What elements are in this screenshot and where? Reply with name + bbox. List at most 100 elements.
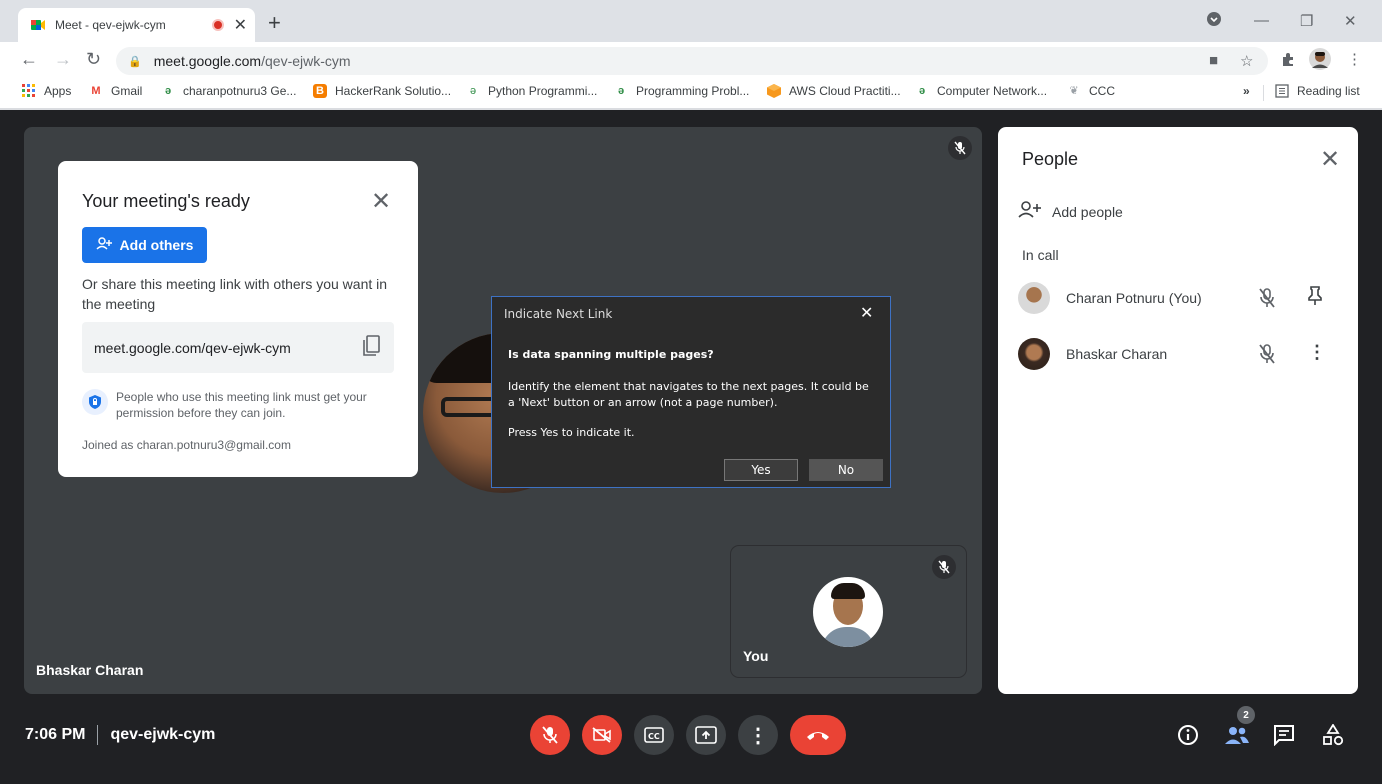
captions-button[interactable]: CC: [634, 715, 674, 755]
meeting-ready-title: Your meeting's ready: [82, 191, 250, 211]
bookmark-label: Python Programmi...: [488, 84, 598, 98]
avatar: [1018, 338, 1050, 370]
bookmark-label: Computer Network...: [937, 84, 1048, 98]
bookmark-python[interactable]: ə Python Programmi...: [466, 84, 597, 98]
add-people-button[interactable]: Add people: [1018, 201, 1123, 222]
bookmark-label: charanpotnuru3 Ge...: [183, 84, 297, 98]
participant-name: Bhaskar Charan: [1066, 346, 1168, 362]
new-tab-button[interactable]: +: [268, 12, 281, 34]
restore-button[interactable]: ❐: [1300, 12, 1313, 30]
bookmarks-overflow-button[interactable]: »: [1243, 84, 1250, 98]
bookmark-geeks-1[interactable]: ə charanpotnuru3 Ge...: [161, 84, 296, 98]
participant-name: Charan Potnuru (You): [1066, 290, 1202, 306]
in-call-heading: In call: [1022, 247, 1059, 263]
permission-text: People who use this meeting link must ge…: [116, 390, 367, 420]
divider: [1263, 85, 1264, 101]
current-time: 7:06 PM: [25, 726, 86, 743]
bookmark-programming[interactable]: ə Programming Probl...: [614, 84, 749, 98]
bookmark-hackerrank[interactable]: B HackerRank Solutio...: [313, 84, 451, 98]
extensions-icon[interactable]: [1280, 51, 1296, 72]
add-people-label: Add people: [1052, 203, 1123, 220]
bookmark-apps[interactable]: Apps: [22, 84, 71, 98]
profile-dropdown-icon[interactable]: [1207, 12, 1221, 30]
bookmark-label: HackerRank Solutio...: [335, 84, 452, 98]
tab-meet[interactable]: Meet - qev-ejwk-cym ✕: [18, 8, 255, 42]
toggle-mic-button[interactable]: [530, 715, 570, 755]
pin-icon[interactable]: [1308, 286, 1322, 311]
meeting-controls-bar: 7:06 PM qev-ejwk-cym CC ⋮: [0, 694, 1382, 784]
url-path: /qev-ejwk-cym: [261, 53, 351, 69]
more-options-button[interactable]: ⋮: [738, 715, 778, 755]
activities-button[interactable]: [1320, 722, 1346, 748]
participant-row[interactable]: Bhaskar Charan ⋮: [1018, 338, 1338, 370]
svg-text:CC: CC: [648, 732, 660, 741]
shield-icon: [82, 389, 108, 415]
meeting-ready-card: Your meeting's ready ✕ Add others Or sha…: [58, 161, 418, 477]
copy-icon[interactable]: [362, 335, 380, 357]
shapes-icon: [1323, 724, 1344, 746]
back-button[interactable]: ←: [20, 49, 38, 70]
bookmark-star-icon[interactable]: ☆: [1240, 52, 1253, 70]
bookmark-label: AWS Cloud Practiti...: [789, 84, 901, 98]
reading-list-button[interactable]: Reading list: [1275, 84, 1360, 98]
bookmark-gmail[interactable]: M Gmail: [89, 84, 142, 98]
people-panel: People ✕ Add people In call Charan Potnu…: [998, 127, 1358, 694]
camera-off-icon: [592, 727, 611, 743]
dialog-body: Identify the element that navigates to t…: [508, 380, 869, 409]
address-bar[interactable]: 🔒 meet.google.com/qev-ejwk-cym: [116, 47, 1268, 75]
close-panel-icon[interactable]: ✕: [1320, 145, 1340, 174]
show-everyone-button[interactable]: [1224, 722, 1250, 748]
bookmark-computer-network[interactable]: ə Computer Network...: [915, 84, 1047, 98]
dialog-close-icon[interactable]: ✕: [860, 303, 873, 322]
meeting-link-box: meet.google.com/qev-ejwk-cym: [82, 322, 394, 373]
camera-in-use-icon[interactable]: ■: [1209, 52, 1218, 69]
chrome-divider: [0, 108, 1382, 110]
reading-list-icon: [1275, 84, 1289, 98]
add-others-button[interactable]: Add others: [82, 227, 207, 263]
bookmark-ccc[interactable]: ❦ CCC: [1067, 84, 1115, 98]
close-card-icon[interactable]: ✕: [371, 187, 391, 216]
google-meet-icon: [31, 20, 45, 30]
forward-button[interactable]: →: [54, 49, 72, 70]
add-others-label: Add others: [119, 237, 194, 253]
more-vert-icon: ⋮: [748, 724, 768, 747]
person-add-icon: [96, 237, 113, 253]
participant-row[interactable]: Charan Potnuru (You): [1018, 282, 1338, 314]
toggle-camera-button[interactable]: [582, 715, 622, 755]
reload-button[interactable]: ↻: [86, 49, 101, 70]
mic-muted-icon: [932, 555, 956, 579]
dialog-question: Is data spanning multiple pages?: [508, 348, 714, 361]
browser-menu-icon[interactable]: ⋮: [1347, 50, 1362, 68]
permission-notice: People who use this meeting link must ge…: [82, 389, 394, 421]
speaker-name: Bhaskar Charan: [36, 662, 144, 678]
leaf-icon: ❦: [1069, 85, 1079, 97]
aws-icon: [767, 84, 781, 98]
dialog-yes-button[interactable]: Yes: [724, 459, 798, 481]
meeting-details-button[interactable]: [1175, 722, 1201, 748]
minimize-button[interactable]: —: [1254, 12, 1269, 29]
tab-close-icon[interactable]: ✕: [234, 15, 247, 35]
joined-as-text: Joined as charan.potnuru3@gmail.com: [82, 438, 291, 452]
bookmark-label: Programming Probl...: [636, 84, 750, 98]
tab-strip: Meet - qev-ejwk-cym ✕ + — ❐ ✕: [0, 0, 1382, 42]
close-window-button[interactable]: ✕: [1344, 12, 1357, 30]
chevron-double-right-icon: »: [1243, 84, 1250, 98]
people-panel-title: People: [1022, 149, 1079, 169]
bookmark-aws[interactable]: AWS Cloud Practiti...: [767, 84, 901, 98]
people-icon: [1225, 727, 1249, 744]
dialog-no-button[interactable]: No: [809, 459, 883, 481]
dialog-title: Indicate Next Link: [504, 307, 613, 321]
present-screen-button[interactable]: [686, 715, 726, 755]
geeksforgeeks-icon: ə: [918, 85, 926, 97]
mic-muted-icon: [1258, 344, 1276, 369]
profile-avatar[interactable]: [1309, 48, 1331, 75]
share-instructions: Or share this meeting link with others y…: [82, 276, 388, 312]
bookmark-label: CCC: [1089, 84, 1115, 98]
leave-call-button[interactable]: [790, 715, 846, 755]
gmail-icon: M: [91, 85, 101, 97]
mic-muted-icon: [948, 136, 972, 160]
more-vert-icon[interactable]: ⋮: [1308, 342, 1326, 363]
chat-button[interactable]: [1271, 722, 1297, 748]
bookmarks-bar: Apps M Gmail ə charanpotnuru3 Ge... B Ha…: [0, 80, 1382, 104]
bookmark-label: Gmail: [111, 84, 143, 98]
